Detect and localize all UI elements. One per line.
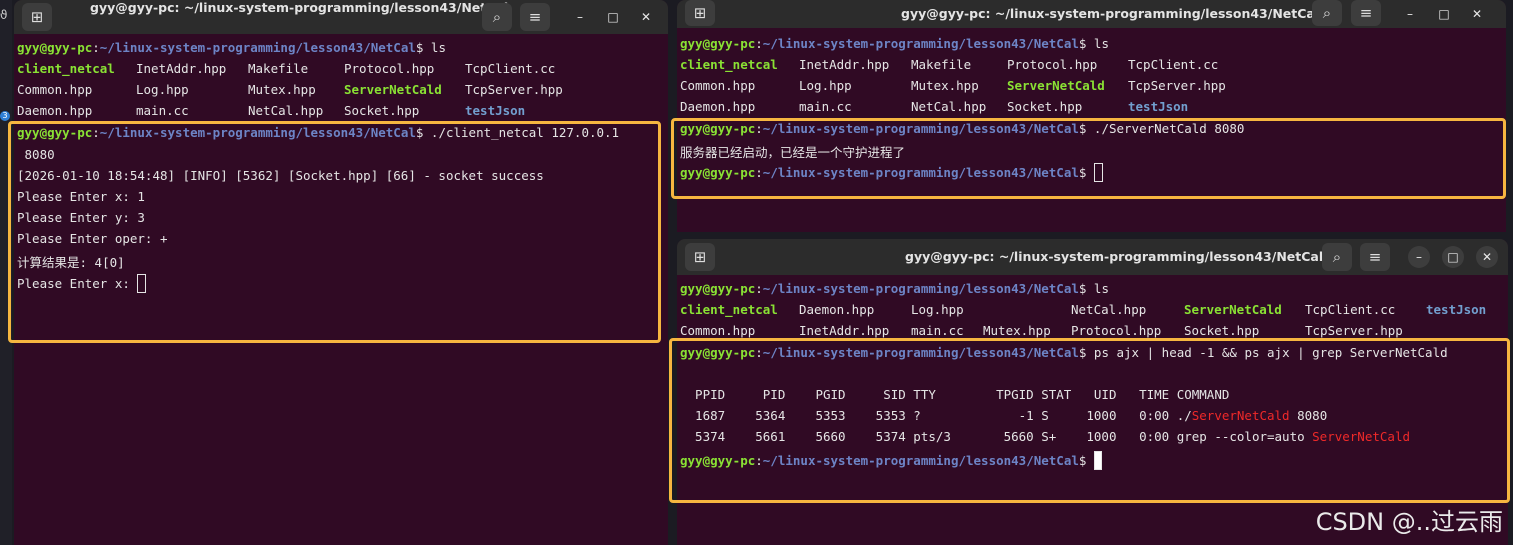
prompt-line: gyy@gyy-pc:~/linux-system-programming/le… [680,281,1109,296]
ls-cell-dir: testJson [465,103,526,118]
ls-cell: InetAddr.hpp [799,323,890,338]
search-icon[interactable]: ⌕ [1312,0,1342,26]
ls-cell: Log.hpp [799,78,852,93]
ls-cell: TcpServer.hpp [1305,323,1403,338]
ls-cell: main.cc [136,103,189,118]
new-tab-icon[interactable]: ⊞ [685,0,715,26]
titlebar: ⊞ gyy@gyy-pc: ~/linux-system-programming… [14,0,668,34]
ls-cell: Makefile [911,57,972,72]
ls-cell: Common.hpp [680,323,756,338]
ls-cell: NetCal.hpp [248,103,324,118]
maximize-button[interactable]: □ [1433,3,1455,25]
ls-cell-exe: client_netcal [680,302,778,317]
prompt-line: gyy@gyy-pc:~/linux-system-programming/le… [17,40,446,55]
titlebar: ⊞ gyy@gyy-pc: ~/linux-system-programming… [677,0,1506,28]
ls-cell: Socket.hpp [1007,99,1083,114]
ls-cell-exe: ServerNetCald [344,82,442,97]
ls-cell-exe: ServerNetCald [1184,302,1282,317]
ls-cell: TcpClient.cc [1305,302,1396,317]
window-title: gyy@gyy-pc: ~/linux-system-programming/l… [905,249,1324,264]
ls-cell: TcpClient.cc [465,61,556,76]
search-icon[interactable]: ⌕ [482,3,512,31]
ls-cell: Makefile [248,61,309,76]
ls-cell-exe: client_netcal [680,57,778,72]
new-tab-icon[interactable]: ⊞ [685,243,715,271]
close-button[interactable]: ✕ [1466,3,1488,25]
minimize-button[interactable]: – [1408,246,1430,268]
ls-cell: Log.hpp [136,82,189,97]
close-button[interactable]: ✕ [1476,246,1498,268]
titlebar: ⊞ gyy@gyy-pc: ~/linux-system-programming… [677,239,1508,275]
ls-cell-exe: ServerNetCald [1007,78,1105,93]
window-title: gyy@gyy-pc: ~/linux-system-programming/l… [901,6,1320,21]
ls-cell: main.cc [911,323,964,338]
ls-cell: Socket.hpp [344,103,420,118]
new-tab-icon[interactable]: ⊞ [22,3,52,31]
search-icon[interactable]: ⌕ [1322,243,1352,271]
ls-cell: Mutex.hpp [248,82,316,97]
ls-cell: TcpServer.hpp [465,82,563,97]
ls-cell: Mutex.hpp [983,323,1051,338]
ls-cell: NetCal.hpp [911,99,987,114]
maximize-button[interactable]: □ [1442,246,1464,268]
ls-cell: Daemon.hpp [680,99,756,114]
highlight-box [8,121,661,343]
ls-cell: Common.hpp [680,78,756,93]
ls-cell: InetAddr.hpp [136,61,227,76]
ls-cell: Mutex.hpp [911,78,979,93]
minimize-button[interactable]: – [1399,3,1421,25]
ls-cell: Common.hpp [17,82,93,97]
ls-cell-dir: testJson [1128,99,1189,114]
prompt-line: gyy@gyy-pc:~/linux-system-programming/le… [680,36,1109,51]
highlight-box [669,338,1510,503]
ls-cell: TcpClient.cc [1128,57,1219,72]
ls-cell: Daemon.hpp [17,103,93,118]
ls-cell: Protocol.hpp [1071,323,1162,338]
ls-cell: Protocol.hpp [344,61,435,76]
ls-cell: InetAddr.hpp [799,57,890,72]
ls-cell: TcpServer.hpp [1128,78,1226,93]
minimize-button[interactable]: – [569,6,591,28]
ls-cell: Daemon.hpp [799,302,875,317]
maximize-button[interactable]: □ [602,6,624,28]
menu-icon[interactable]: ≡ [1360,243,1390,271]
ls-cell-dir: testJson [1426,302,1487,317]
dock-glyph: ϑ [0,8,8,22]
close-button[interactable]: ✕ [635,6,657,28]
ls-cell: main.cc [799,99,852,114]
ls-cell: Protocol.hpp [1007,57,1098,72]
window-title: gyy@gyy-pc: ~/linux-system-programming/l… [90,0,509,15]
ls-cell: NetCal.hpp [1071,302,1147,317]
highlight-box [671,118,1506,199]
ls-cell: Log.hpp [911,302,964,317]
ls-cell: Socket.hpp [1184,323,1260,338]
dock-badge: 3 [0,111,10,121]
menu-icon[interactable]: ≡ [520,3,550,31]
menu-icon[interactable]: ≡ [1351,0,1381,26]
ls-row: client_netcal [17,61,115,76]
watermark: CSDN @..过云雨 [1315,508,1503,536]
